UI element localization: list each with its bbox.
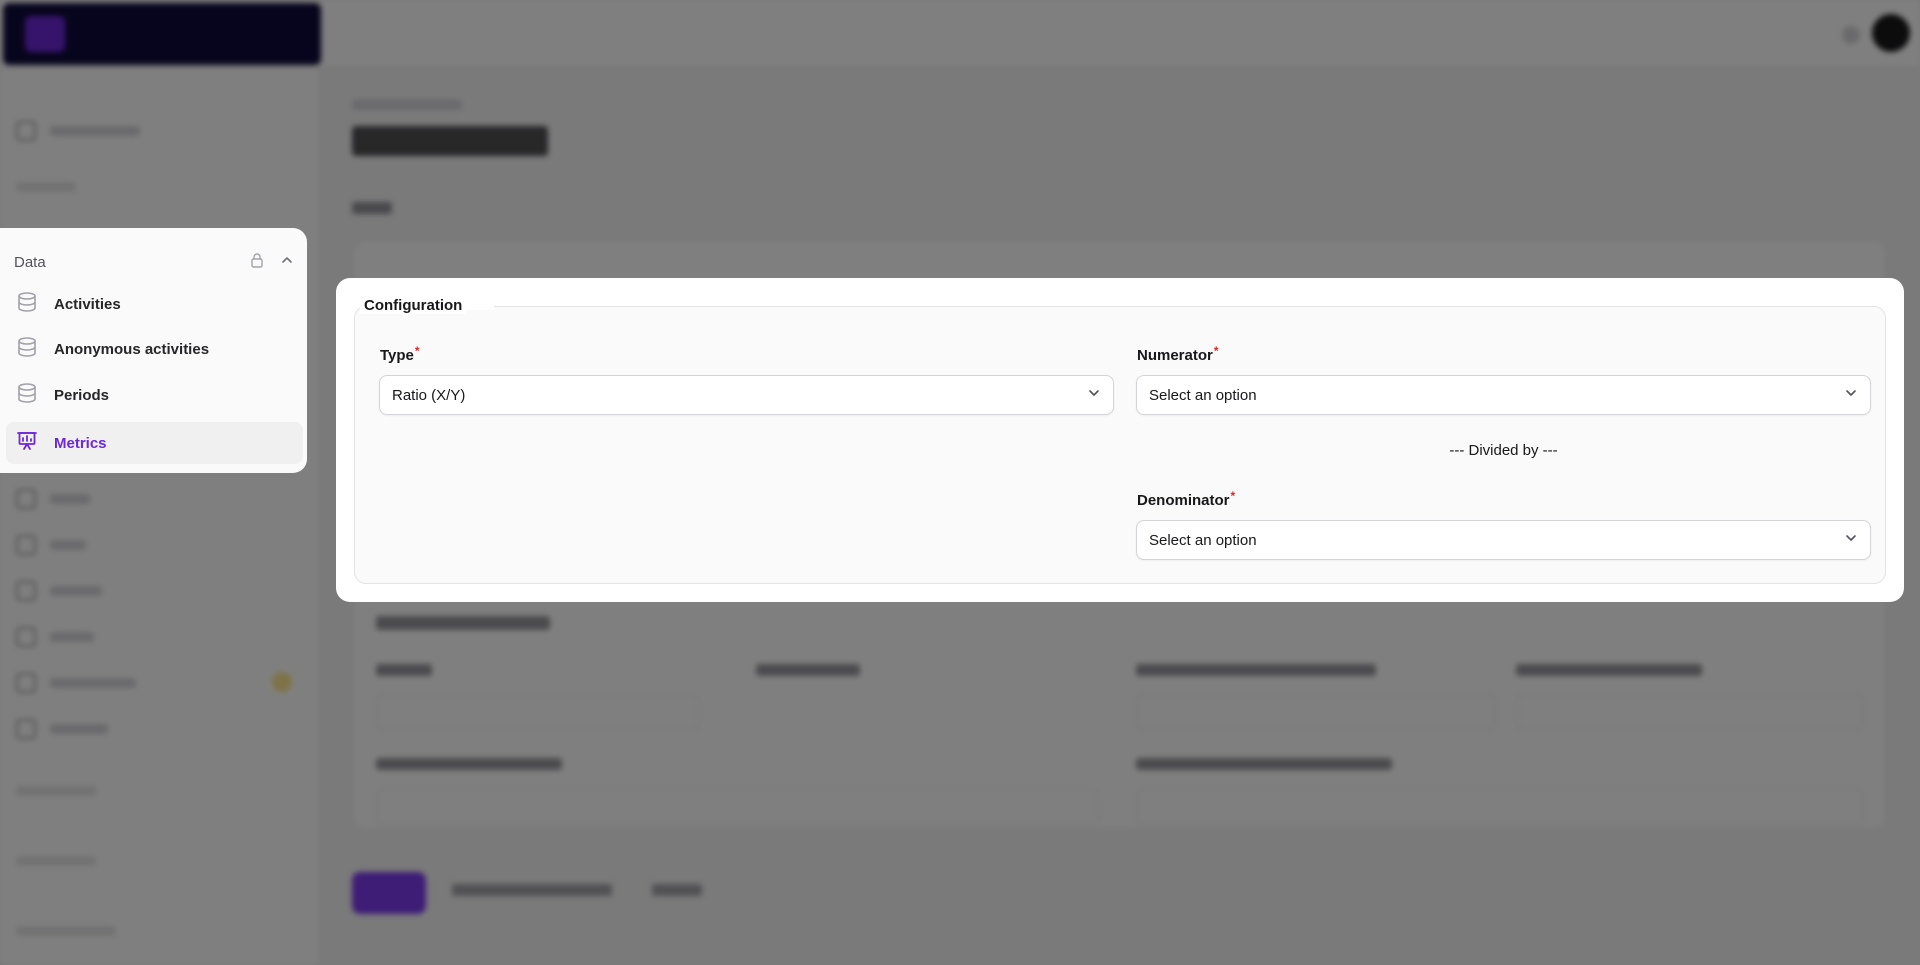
sidebar-item-label: Activities [54,295,121,313]
lock-icon [250,252,264,273]
numerator-select-value: Select an option [1149,386,1257,404]
sidebar-item-anonymous-activities[interactable]: Anonymous activities [6,328,303,370]
sidebar-group-label: Data [14,253,46,271]
required-mark: * [1213,344,1219,358]
type-select-value: Ratio (X/Y) [392,386,466,404]
type-select[interactable]: Ratio (X/Y) [379,375,1114,415]
configuration-card: Type* Ratio (X/Y) Numerator* Select an o… [336,278,1904,602]
numerator-select[interactable]: Select an option [1136,375,1871,415]
sidebar-item-label: Periods [54,386,110,404]
denominator-label-text: Denominator [1137,492,1230,509]
denominator-select-value: Select an option [1149,531,1257,549]
chevron-down-icon [1844,386,1858,404]
chevron-up-icon[interactable] [280,253,294,272]
sidebar-item-metrics[interactable]: Metrics [6,422,303,464]
sidebar-item-activities[interactable]: Activities [6,283,303,325]
database-icon [16,291,38,317]
type-label: Type* [380,344,420,364]
required-mark: * [414,344,420,358]
sidebar-item-label: Anonymous activities [54,340,210,358]
divided-by-text: --- Divided by --- [1449,442,1558,459]
sidebar-item-periods[interactable]: Periods [6,374,303,416]
database-icon [16,382,38,408]
configuration-fieldset: Type* Ratio (X/Y) Numerator* Select an o… [354,306,1886,584]
presentation-chart-icon [16,430,38,456]
sidebar-data-group: Data Activities Anonymous activities Per… [0,228,307,473]
database-icon [16,336,38,362]
sidebar-item-label: Metrics [54,434,107,452]
configuration-legend: Configuration [360,297,467,314]
required-mark: * [1230,489,1236,503]
denominator-label: Denominator* [1137,489,1236,509]
sidebar-group-header[interactable]: Data [14,251,294,273]
chevron-down-icon [1087,386,1101,404]
type-label-text: Type [380,347,414,364]
denominator-select[interactable]: Select an option [1136,520,1871,560]
numerator-label-text: Numerator [1137,347,1213,364]
sidebar-group-actions [250,252,294,273]
chevron-down-icon [1844,531,1858,549]
numerator-label: Numerator* [1137,344,1219,364]
